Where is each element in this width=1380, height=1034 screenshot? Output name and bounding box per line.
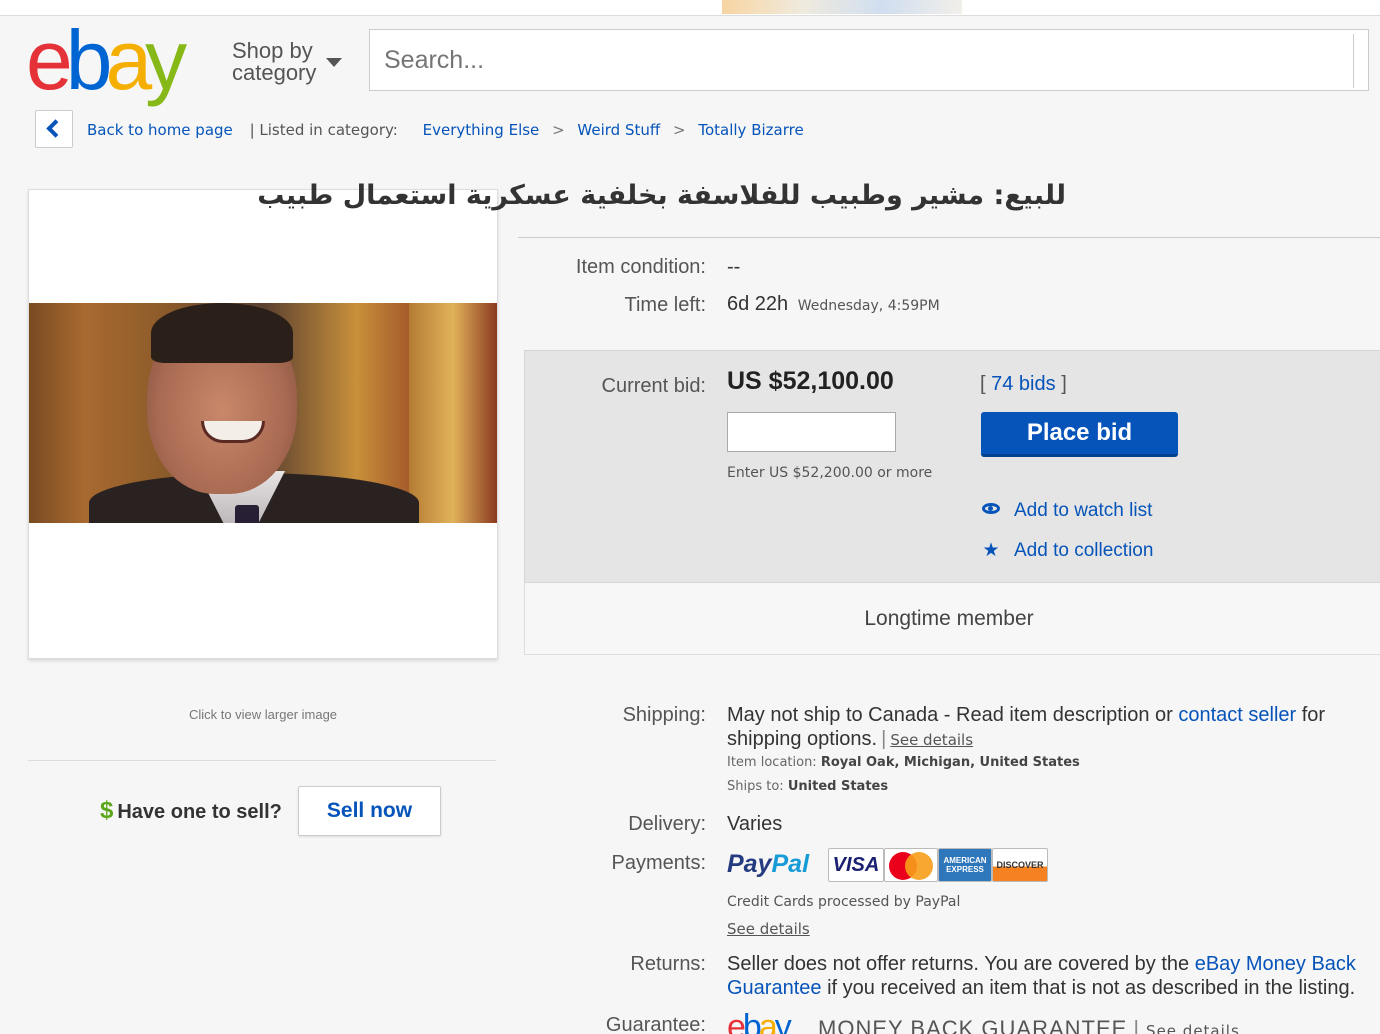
have-one-to-sell: $ Have one to sell? [100,797,282,825]
watch-list-label: Add to watch list [1014,500,1153,521]
contact-seller-link[interactable]: contact seller [1178,704,1296,726]
guarantee-letter-a: a [758,1008,778,1034]
shipping-see-details-link[interactable]: See details [890,731,973,749]
time-left-end: Wednesday, 4:59PM [797,298,940,314]
add-to-collection-link[interactable]: ★ Add to collection [982,539,1153,562]
chevron-down-icon [326,58,342,67]
photo-curtain [409,303,497,523]
bid-amount-field[interactable] [727,412,896,452]
shipping-label: Shipping: [622,704,706,726]
shipping-pipe: | [881,728,887,750]
item-location: Item location: Royal Oak, Michigan, Unit… [727,755,1080,770]
search-input[interactable] [370,30,1368,90]
eye-icon [982,503,1000,515]
breadcrumb-everything-else[interactable]: Everything Else [423,121,540,139]
shop-by-label: Shop by [232,38,313,63]
returns-text-before: Seller does not offer returns. You are c… [727,953,1190,975]
payments-label: Payments: [611,852,706,874]
add-to-watch-list-link[interactable]: Add to watch list [982,500,1152,522]
bid-count-link[interactable]: 74 bids [991,373,1056,395]
collection-label: Add to collection [1014,540,1154,561]
top-browser-strip [0,0,1380,16]
paypal-part-pay: Pay [727,850,772,878]
place-bid-button[interactable]: Place bid [981,412,1178,457]
longtime-member-badge: Longtime member [524,583,1380,655]
back-to-home-link[interactable]: Back to home page [87,121,233,139]
photo-hair [151,303,293,363]
ships-to: Ships to: United States [727,779,888,794]
current-bid-label: Current bid: [601,375,707,397]
current-bid-price: US $52,100.00 [727,367,894,395]
ebay-guarantee-logo: ebay [727,1008,792,1034]
bid-amount-input[interactable] [728,413,895,451]
shipping-text-before: May not ship to Canada - Read item descr… [727,704,1173,726]
mastercard-icon [884,848,938,882]
breadcrumb: Back to home page | Listed in category: … [87,121,804,139]
guarantee-see-details-link[interactable]: See details [1146,1022,1240,1034]
ships-to-label: Ships to: [727,779,784,794]
guarantee-pipe: | [1133,1016,1141,1034]
logo-letter-y: y [145,13,187,107]
returns-label: Returns: [630,953,706,975]
item-photo[interactable] [29,303,497,523]
ebay-logo[interactable]: ebay [26,18,216,102]
bid-count-bracket-close: ] [1061,373,1067,395]
sell-question: Have one to sell? [117,801,282,823]
bid-count-bracket-open: [ [980,373,986,395]
visa-card-icon: VISA [828,848,884,882]
paypal-part-pal: Pal [771,850,810,878]
bid-count: [ 74 bids ] [980,373,1067,396]
category-label: category [232,60,317,85]
item-location-label: Item location: [727,755,817,770]
title-divider [518,237,1380,238]
logo-letter-b: b [65,13,113,107]
item-image-panel[interactable] [28,189,498,659]
payments-see-details-link[interactable]: See details [727,920,810,938]
time-left-value: 6d 22h Wednesday, 4:59PM [727,293,940,316]
amex-card-icon: AMERICAN EXPRESS [938,848,992,882]
time-left-remaining: 6d 22h [727,293,789,315]
shipping-info: May not ship to Canada - Read item descr… [727,703,1367,752]
left-divider [28,760,496,761]
ships-to-value: United States [787,779,889,794]
time-left-label: Time left: [624,294,707,316]
item-location-value: Royal Oak, Michigan, United States [820,755,1080,770]
breadcrumb-totally-bizarre[interactable]: Totally Bizarre [698,121,803,139]
breadcrumb-weird-stuff[interactable]: Weird Stuff [577,121,660,139]
photo-tie [235,505,259,523]
guarantee-text: MONEY BACK GUARANTEE [818,1016,1128,1034]
item-condition-label: Item condition: [575,256,706,278]
banner-image-fragment [722,0,962,14]
breadcrumb-separator: > [552,121,565,139]
star-icon: ★ [982,540,1000,561]
guarantee-label: Guarantee: [605,1014,706,1034]
guarantee-letter-b: b [742,1008,762,1034]
logo-letter-e: e [26,13,73,107]
item-title: للبيع: مشير وطبيب للفلاسفة بخلفية عسكرية… [257,180,1066,211]
delivery-label: Delivery: [628,813,706,835]
breadcrumb-separator: > [673,121,686,139]
credit-cards-note: Credit Cards processed by PayPal [727,894,961,910]
delivery-value: Varies [727,813,783,835]
shop-by-category-button[interactable]: Shop by category [232,38,342,85]
bid-minimum-hint: Enter US $52,200.00 or more [727,465,933,481]
chevron-left-icon [46,119,65,138]
back-button[interactable] [35,110,73,148]
item-condition-value: -- [727,256,741,278]
dollar-icon: $ [100,797,114,824]
click-larger-image-hint[interactable]: Click to view larger image [28,707,498,722]
listed-in-category-label: | Listed in category: [249,121,398,139]
returns-info: Seller does not offer returns. You are c… [727,952,1377,1000]
guarantee-letter-e: e [727,1008,746,1034]
search-divider [1353,34,1354,88]
money-back-guarantee-text: MONEY BACK GUARANTEE | See details [818,1016,1240,1034]
sell-now-button[interactable]: Sell now [298,786,441,836]
logo-letter-a: a [105,13,152,107]
paypal-logo: PayPal [727,850,809,879]
search-bar[interactable] [369,29,1369,91]
guarantee-letter-y: y [774,1008,792,1034]
returns-text-after: if you received an item that is not as d… [827,977,1356,999]
discover-card-icon: DISCOVER [992,848,1048,882]
